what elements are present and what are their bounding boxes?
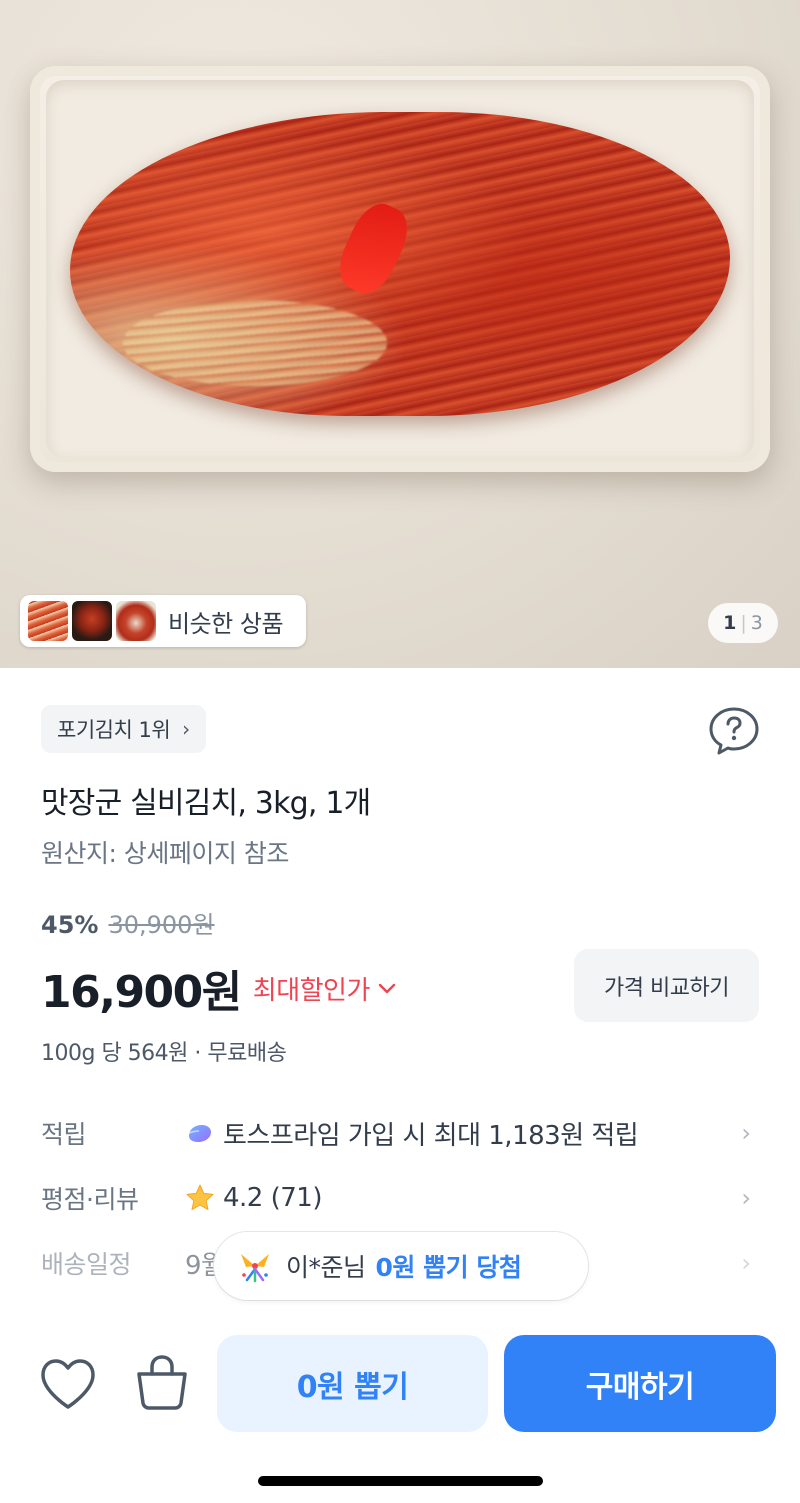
similar-products-label: 비슷한 상품: [168, 609, 284, 638]
zero-won-draw-button[interactable]: 0원 뽑기: [217, 1335, 488, 1432]
help-question-icon[interactable]: [708, 706, 760, 756]
kimchi-image: [70, 112, 730, 416]
similar-thumb-1: [28, 601, 68, 641]
chevron-right-icon: ›: [741, 1184, 751, 1212]
similar-products-button[interactable]: 비슷한 상품: [20, 595, 306, 647]
home-indicator[interactable]: [258, 1476, 543, 1486]
winner-name: 이*준님: [286, 1253, 366, 1282]
rating-review-label: 평점·리뷰: [41, 1185, 139, 1214]
prime-icon: [186, 1125, 211, 1142]
chevron-down-icon[interactable]: [378, 976, 396, 1000]
similar-thumb-2: [72, 601, 112, 641]
chevron-right-icon: ›: [741, 1249, 751, 1277]
confetti-icon: [241, 1254, 269, 1283]
discount-row: 45% 30,900원: [41, 905, 215, 940]
price-row: 16,900원 최대할인가: [41, 956, 396, 1020]
points-value: 토스프라임 가입 시 최대 1,183원 적립: [223, 1120, 639, 1151]
chevron-right-icon: ›: [741, 1119, 751, 1147]
image-counter-total: 3: [750, 612, 763, 634]
heart-icon[interactable]: [38, 1356, 98, 1412]
chevron-right-icon: ›: [182, 717, 190, 741]
price-compare-button[interactable]: 가격 비교하기: [574, 949, 759, 1022]
sale-price: 16,900원: [41, 967, 242, 1018]
points-row[interactable]: 적립 토스프라임 가입 시 최대 1,183원 적립 ›: [41, 1113, 761, 1153]
win-message: 0원 뽑기 당첨: [375, 1253, 522, 1282]
original-price: 30,900원: [108, 911, 215, 939]
star-icon: [186, 1184, 214, 1211]
points-label: 적립: [41, 1120, 87, 1149]
image-counter-separator: |: [740, 612, 747, 634]
shopping-bag-icon[interactable]: [132, 1352, 192, 1412]
category-rank-chip[interactable]: 포기김치 1위 ›: [41, 705, 206, 753]
product-title: 맛장군 실비김치, 3kg, 1개: [41, 786, 371, 821]
image-counter: 1 | 3: [708, 603, 778, 643]
shipping-schedule-label: 배송일정: [41, 1250, 132, 1279]
similar-thumb-3: [116, 601, 156, 641]
max-discount-label[interactable]: 최대할인가: [253, 970, 371, 1007]
origin-info: 원산지: 상세페이지 참조: [41, 839, 289, 868]
rating-review-value: 4.2 (71): [223, 1183, 322, 1213]
image-counter-current: 1: [723, 612, 737, 634]
unit-price-shipping: 100g 당 564원 · 무료배송: [41, 1041, 287, 1066]
category-rank-label: 포기김치 1위: [57, 718, 171, 742]
rating-review-row[interactable]: 평점·리뷰 4.2 (71) ›: [41, 1178, 761, 1218]
win-notification-toast[interactable]: 이*준님 0원 뽑기 당첨: [214, 1232, 588, 1300]
buy-button[interactable]: 구매하기: [504, 1335, 776, 1432]
discount-percent: 45%: [41, 911, 99, 939]
product-image-carousel[interactable]: 비슷한 상품 1 | 3: [0, 0, 800, 668]
